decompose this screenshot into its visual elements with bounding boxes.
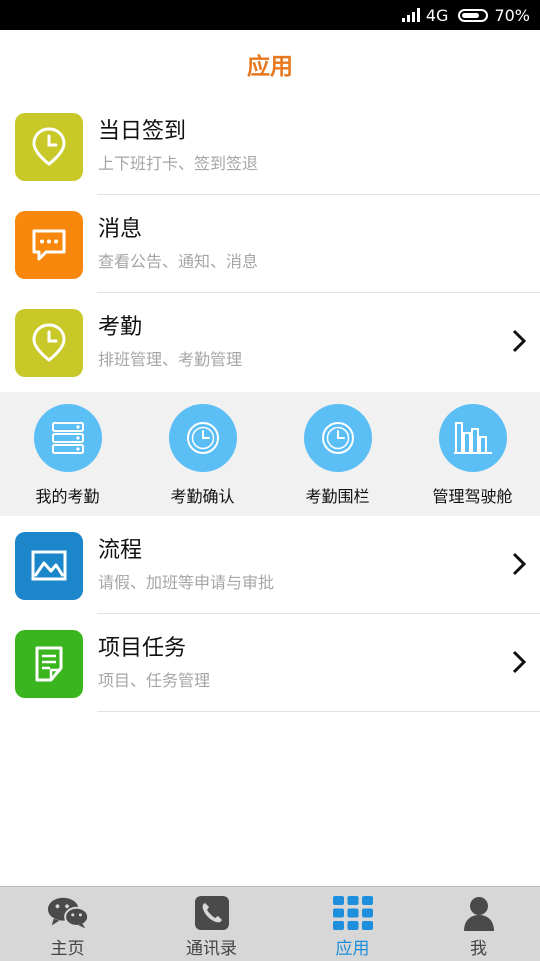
attendance-grid: 我的考勤 考勤确认 考勤围栏 管理驾驶舱 <box>0 392 540 516</box>
clock-icon <box>169 404 237 472</box>
grid-item-label: 考勤确认 <box>170 487 235 506</box>
grid-item-attendance-confirm[interactable]: 考勤确认 <box>135 392 270 516</box>
location-clock-icon <box>15 309 83 377</box>
grid-item-label: 管理驾驶舱 <box>432 487 513 506</box>
network-type: 4G <box>425 5 449 25</box>
divider <box>97 711 540 712</box>
image-frame-icon <box>15 532 83 600</box>
tab-apps[interactable]: 应用 <box>285 887 420 961</box>
item-subtitle: 请假、加班等申请与审批 <box>98 573 275 592</box>
item-subtitle: 排班管理、考勤管理 <box>98 350 243 369</box>
tab-label: 应用 <box>335 939 370 959</box>
status-right: 4G 70% <box>401 0 530 30</box>
app-bar: 应用 <box>0 30 540 98</box>
building-chart-icon <box>439 404 507 472</box>
signal-icon <box>401 8 420 22</box>
chat-bubbles-icon <box>46 895 90 931</box>
tab-label: 我 <box>470 939 487 959</box>
page-title: 应用 <box>247 53 293 80</box>
item-title: 考勤 <box>98 315 143 340</box>
chevron-right-icon <box>512 552 527 580</box>
list-item-project-tasks[interactable]: 项目任务 项目、任务管理 <box>0 614 540 712</box>
message-icon <box>15 211 83 279</box>
list-item-attendance[interactable]: 考勤 排班管理、考勤管理 <box>0 293 540 391</box>
server-list-icon <box>34 404 102 472</box>
tab-home[interactable]: 主页 <box>0 887 135 961</box>
grid-item-management-cockpit[interactable]: 管理驾驶舱 <box>405 392 540 516</box>
location-clock-icon <box>15 113 83 181</box>
grid-item-my-attendance[interactable]: 我的考勤 <box>0 392 135 516</box>
status-bar: 4G 70% <box>0 0 540 30</box>
bottom-tab-bar: 主页 通讯录 应用 我 <box>0 886 540 961</box>
item-title: 消息 <box>98 217 143 242</box>
item-title: 当日签到 <box>98 119 187 144</box>
list-item-daily-checkin[interactable]: 当日签到 上下班打卡、签到签退 <box>0 97 540 195</box>
item-subtitle: 上下班打卡、签到签退 <box>98 154 259 173</box>
person-icon <box>457 895 501 931</box>
tab-contacts[interactable]: 通讯录 <box>144 887 279 961</box>
item-subtitle: 查看公告、通知、消息 <box>98 252 259 271</box>
list-item-workflow[interactable]: 流程 请假、加班等申请与审批 <box>0 516 540 614</box>
grid-item-label: 我的考勤 <box>35 487 100 506</box>
battery-icon <box>458 8 489 22</box>
item-subtitle: 项目、任务管理 <box>98 671 211 690</box>
tab-label: 主页 <box>50 939 85 959</box>
tab-label: 通讯录 <box>186 939 237 959</box>
list-item-messages[interactable]: 消息 查看公告、通知、消息 <box>0 195 540 293</box>
tab-me[interactable]: 我 <box>411 887 540 961</box>
item-title: 项目任务 <box>98 636 187 661</box>
grid-item-attendance-fence[interactable]: 考勤围栏 <box>270 392 405 516</box>
battery-level: 70% <box>494 5 530 25</box>
chevron-right-icon <box>512 650 527 678</box>
chevron-right-icon <box>512 329 527 357</box>
item-title: 流程 <box>98 538 143 563</box>
document-edit-icon <box>15 630 83 698</box>
phone-icon <box>190 895 234 931</box>
clock-icon <box>304 404 372 472</box>
apps-grid-icon <box>331 895 375 931</box>
grid-item-label: 考勤围栏 <box>305 487 370 506</box>
